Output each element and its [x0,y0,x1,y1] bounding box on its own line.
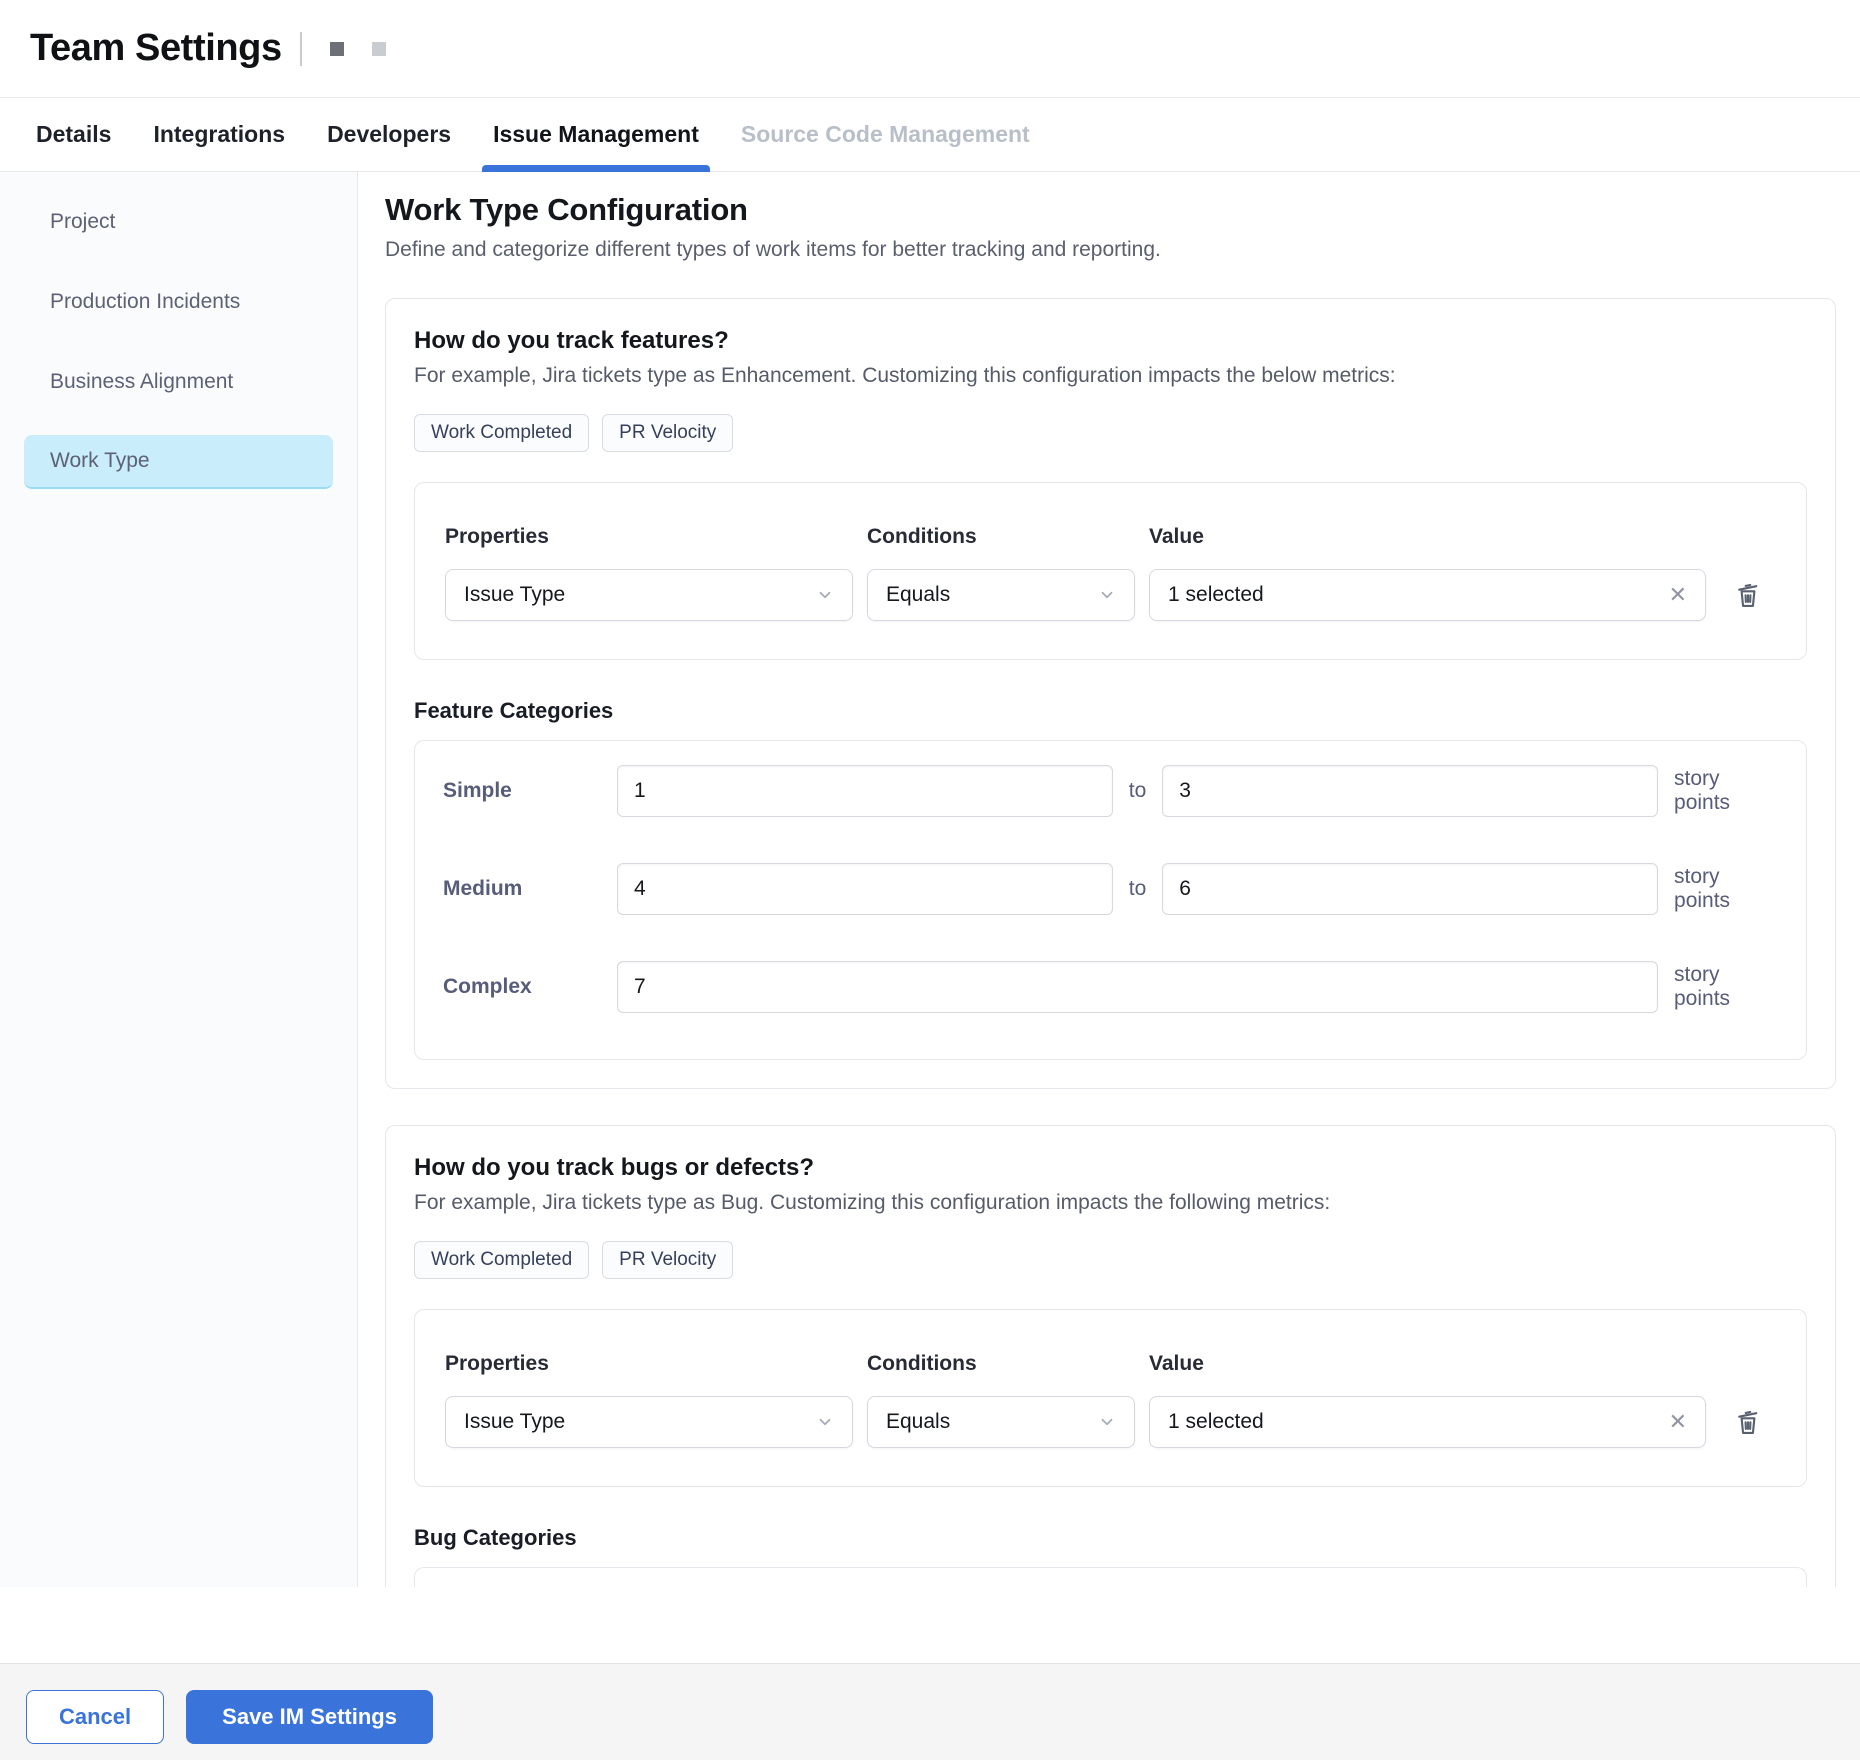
badge-pr-velocity: PR Velocity [602,1241,733,1279]
condition-select-value: Equals [886,583,950,607]
header-divider [300,32,302,66]
settings-sidebar: Project Production Incidents Business Al… [0,172,358,1587]
page-header: Team Settings [0,0,1860,98]
bugs-metric-badges: Work Completed PR Velocity [414,1241,1807,1279]
story-points-suffix: story points [1674,963,1778,1011]
value-selected-count: 1 selected [1168,583,1264,607]
page-title: Team Settings [30,27,282,70]
delete-rule-button[interactable] [1732,1406,1764,1438]
cancel-button[interactable]: Cancel [26,1690,164,1744]
property-select-value: Issue Type [464,583,565,607]
features-card-title: How do you track features? [414,327,1807,355]
property-select[interactable]: Issue Type [445,569,853,621]
tab-issue-management[interactable]: Issue Management [493,98,699,171]
main-content: Work Type Configuration Define and categ… [359,172,1860,1587]
category-label: Complex [443,975,617,999]
range-to-label: to [1129,779,1147,803]
value-label: Value [1149,525,1706,549]
bugs-card: How do you track bugs or defects? For ex… [385,1125,1836,1587]
save-im-settings-button[interactable]: Save IM Settings [186,1690,433,1744]
category-row-complex: Complex story points [443,961,1778,1013]
properties-label: Properties [445,525,853,549]
range-to-label: to [1129,877,1147,901]
settings-tabbar: Details Integrations Developers Issue Ma… [0,98,1860,172]
tab-integrations[interactable]: Integrations [153,98,285,171]
value-multiselect[interactable]: 1 selected ✕ [1149,569,1706,621]
property-select-value: Issue Type [464,1410,565,1434]
properties-label: Properties [445,1352,853,1376]
badge-pr-velocity: PR Velocity [602,414,733,452]
category-label: Medium [443,877,617,901]
chevron-down-icon [816,586,834,604]
section-title: Work Type Configuration [385,192,1836,228]
tab-source-code-management: Source Code Management [741,98,1030,171]
clear-icon[interactable]: ✕ [1669,1411,1687,1433]
badge-work-completed: Work Completed [414,414,589,452]
sidebar-item-work-type[interactable]: Work Type [24,435,333,489]
clear-icon[interactable]: ✕ [1669,584,1687,606]
features-rule-row: Properties Conditions Value Issue Type E… [414,482,1807,660]
trash-icon [1732,579,1764,611]
team-settings-page: Team Settings Details Integrations Devel… [0,0,1860,1760]
value-selected-count: 1 selected [1168,1410,1264,1434]
bug-categories-box [414,1567,1807,1587]
bugs-rule-row: Properties Conditions Value Issue Type E… [414,1309,1807,1487]
sidebar-item-business-alignment[interactable]: Business Alignment [24,355,333,409]
sidebar-item-project[interactable]: Project [24,195,333,249]
bugs-card-title: How do you track bugs or defects? [414,1154,1807,1182]
condition-select-value: Equals [886,1410,950,1434]
features-card: How do you track features? For example, … [385,298,1836,1089]
active-tab-underline [482,165,710,172]
sidebar-item-production-incidents[interactable]: Production Incidents [24,275,333,329]
conditions-label: Conditions [867,1352,1135,1376]
property-select[interactable]: Issue Type [445,1396,853,1448]
features-card-subtitle: For example, Jira tickets type as Enhanc… [414,364,1807,388]
chevron-down-icon [1098,586,1116,604]
category-label: Simple [443,779,617,803]
medium-to-input[interactable] [1162,863,1658,915]
trash-icon [1732,1406,1764,1438]
conditions-label: Conditions [867,525,1135,549]
feature-categories-box: Simple to story points Medium to story p… [414,740,1807,1060]
section-subtitle: Define and categorize different types of… [385,238,1836,262]
value-multiselect[interactable]: 1 selected ✕ [1149,1396,1706,1448]
tab-details[interactable]: Details [36,98,111,171]
medium-from-input[interactable] [617,863,1113,915]
category-row-medium: Medium to story points [443,863,1778,915]
category-row-simple: Simple to story points [443,765,1778,817]
bug-categories-title: Bug Categories [414,1525,1807,1551]
tab-developers[interactable]: Developers [327,98,451,171]
header-light-square-icon [372,42,386,56]
value-label: Value [1149,1352,1706,1376]
story-points-suffix: story points [1674,767,1778,815]
features-metric-badges: Work Completed PR Velocity [414,414,1807,452]
badge-work-completed: Work Completed [414,1241,589,1279]
feature-categories-title: Feature Categories [414,698,1807,724]
header-dark-square-icon [330,42,344,56]
simple-from-input[interactable] [617,765,1113,817]
bugs-card-subtitle: For example, Jira tickets type as Bug. C… [414,1191,1807,1215]
chevron-down-icon [816,1413,834,1431]
delete-rule-button[interactable] [1732,579,1764,611]
chevron-down-icon [1098,1413,1116,1431]
simple-to-input[interactable] [1162,765,1658,817]
condition-select[interactable]: Equals [867,569,1135,621]
story-points-suffix: story points [1674,865,1778,913]
complex-from-input[interactable] [617,961,1658,1013]
condition-select[interactable]: Equals [867,1396,1135,1448]
tab-issue-management-label: Issue Management [493,121,699,148]
footer-bar: Cancel Save IM Settings [0,1663,1860,1760]
